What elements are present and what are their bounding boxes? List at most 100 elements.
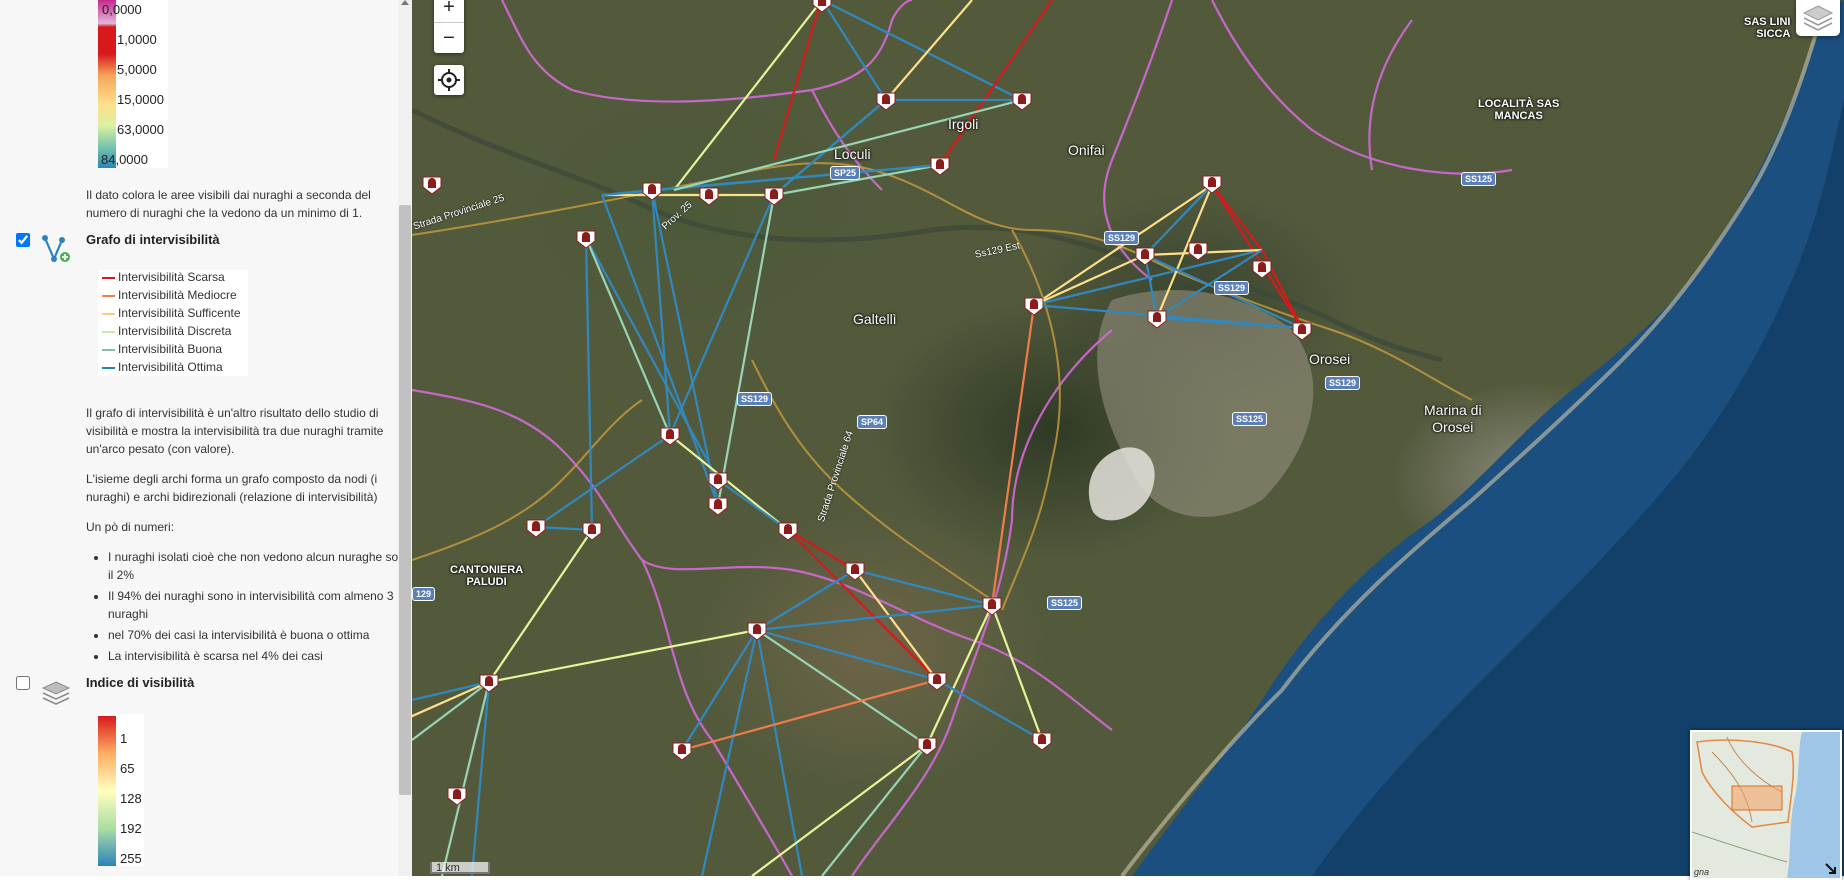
graph-layer-title[interactable]: Grafo di intervisibilità xyxy=(86,232,220,247)
ramp-label: 84,0000 xyxy=(101,152,148,167)
scrollbar-thumb[interactable] xyxy=(399,205,411,795)
zoom-control: + − xyxy=(434,0,464,53)
layers-icon xyxy=(41,681,71,705)
zoom-in-button[interactable]: + xyxy=(434,0,464,23)
graph-description-1: Il grafo di intervisibilità è un'altro r… xyxy=(86,406,384,456)
legend-swatch xyxy=(102,276,115,279)
place-irgoli: Irgoli xyxy=(948,116,979,132)
scroll-up-icon[interactable] xyxy=(401,0,409,5)
road-shield: SP25 xyxy=(830,166,861,180)
legend-label: Intervisibilità Ottima xyxy=(118,360,223,374)
graph-layer-checkbox[interactable] xyxy=(16,233,30,247)
place-onifai: Onifai xyxy=(1068,142,1105,158)
place-cantoniera-paludi: CANTONIERA PALUDI xyxy=(450,564,523,588)
road-shield: SS129 xyxy=(1325,376,1361,390)
nuraghe-marker[interactable] xyxy=(526,519,546,538)
legend-swatch xyxy=(102,330,115,333)
legend-label: Intervisibilità Buona xyxy=(118,342,223,356)
visibility-index-checkbox[interactable] xyxy=(16,676,30,690)
ramp-label: 63,0000 xyxy=(117,122,164,137)
legend-swatch xyxy=(102,294,115,297)
nuraghe-marker[interactable] xyxy=(1188,242,1208,261)
legend-swatch xyxy=(102,366,115,369)
road-shield: SS129 xyxy=(737,392,773,406)
locate-button[interactable] xyxy=(434,65,464,95)
nuraghe-marker[interactable] xyxy=(930,157,950,176)
ramp-label: 65 xyxy=(120,761,135,776)
graph-legend: Intervisibilità Scarsa Intervisibilità M… xyxy=(98,270,248,376)
place-sas-mancas: LOCALITÀ SAS MANCAS xyxy=(1478,98,1559,122)
nuraghe-marker[interactable] xyxy=(660,427,680,446)
place-sas-linnas: SAS LINI SICCA xyxy=(1744,16,1790,40)
legend-item-ottima: Intervisibilità Ottima xyxy=(102,360,223,378)
layers-icon xyxy=(1802,5,1834,31)
nuraghe-marker[interactable] xyxy=(747,622,767,641)
numbers-list: I nuraghi isolati cioè che non vedono al… xyxy=(90,548,412,668)
list-item: I nuraghi isolati cioè che non vedono al… xyxy=(108,548,412,584)
graph-description-2: L'isieme degli archi forma un grafo comp… xyxy=(86,472,378,504)
ramp-label: 1 xyxy=(120,731,128,746)
place-sas-linnas-line-1: SAS LINI xyxy=(1744,16,1791,28)
legend-label: Intervisibilità Scarsa xyxy=(118,270,225,284)
visible-areas-description: Il dato colora le aree visibili dai nura… xyxy=(86,188,371,220)
overview-minimap[interactable]: gna xyxy=(1690,730,1842,880)
road-shield: 129 xyxy=(412,587,436,601)
road-shield: SS129 xyxy=(1104,231,1140,245)
legend-swatch xyxy=(102,312,115,315)
place-sas-mancas-line-1: LOCALITÀ SAS xyxy=(1478,98,1560,110)
road-shield: SS129 xyxy=(1214,281,1250,295)
nuraghe-marker[interactable] xyxy=(927,672,947,691)
minimap-toggle-icon[interactable] xyxy=(1824,862,1838,876)
nuraghe-marker[interactable] xyxy=(982,597,1002,616)
nuraghe-marker[interactable] xyxy=(699,187,719,206)
road-shield: SS125 xyxy=(1047,596,1083,610)
nuraghe-marker[interactable] xyxy=(1012,92,1032,111)
place-marina-di-orosei: Marina di Orosei xyxy=(1424,402,1482,436)
ramp-label: 15,0000 xyxy=(117,92,164,107)
legend-item-sufficente: Intervisibilità Sufficente xyxy=(102,306,241,324)
nuraghe-marker[interactable] xyxy=(672,742,692,761)
river xyxy=(412,107,1443,363)
place-cantoniera-line-1: CANTONIERA xyxy=(450,564,524,576)
legend-swatch xyxy=(102,348,115,351)
legend-item-discreta: Intervisibilità Discreta xyxy=(102,324,231,342)
nuraghe-marker[interactable] xyxy=(479,674,499,693)
legend-label: Intervisibilità Discreta xyxy=(118,324,232,338)
road-shield: SS125 xyxy=(1232,412,1268,426)
layer-switcher-button[interactable] xyxy=(1796,0,1840,36)
nuraghe-marker[interactable] xyxy=(576,230,596,249)
legend-item-scarsa: Intervisibilità Scarsa xyxy=(102,270,225,288)
nuraghe-marker[interactable] xyxy=(764,187,784,206)
quarry-area xyxy=(1088,447,1155,521)
nuraghe-marker[interactable] xyxy=(422,176,442,195)
graph-icon xyxy=(42,235,70,262)
crosshair-icon xyxy=(438,69,460,91)
visibility-index-title[interactable]: Indice di visibilità xyxy=(86,675,194,690)
road-shield: SS125 xyxy=(1461,172,1497,186)
road-shield: SP64 xyxy=(857,415,888,429)
ramp-label: 0,0000 xyxy=(102,2,142,17)
nuraghe-marker[interactable] xyxy=(447,787,467,806)
nuraghe-marker[interactable] xyxy=(642,182,662,201)
ramp-label: 192 xyxy=(120,821,142,836)
ramp-label: 255 xyxy=(120,851,142,866)
ramp-label: 5,0000 xyxy=(117,62,157,77)
map-view[interactable]: Loculi Irgoli Onifai Galtellì Orosei Mar… xyxy=(412,0,1844,876)
legend-item-buona: Intervisibilità Buona xyxy=(102,342,222,360)
nuraghe-marker[interactable] xyxy=(876,92,896,111)
sidebar-content: 0,0000 1,0000 5,0000 15,0000 63,0000 84,… xyxy=(0,0,412,876)
map-canvas xyxy=(412,0,1844,876)
place-sas-mancas-line-2: MANCAS xyxy=(1494,110,1543,122)
sidebar-scrollbar[interactable] xyxy=(398,0,412,876)
nuraghe-marker[interactable] xyxy=(1024,297,1044,316)
scale-bar: 1 km xyxy=(430,862,490,874)
zoom-out-button[interactable]: − xyxy=(434,23,464,53)
list-item: La intervisibilità è scarsa nel 4% dei c… xyxy=(108,647,412,665)
legend-label: Intervisibilità Mediocre xyxy=(118,288,237,302)
sidebar: 0,0000 1,0000 5,0000 15,0000 63,0000 84,… xyxy=(0,0,412,876)
nuraghe-marker[interactable] xyxy=(1032,732,1052,751)
visible-areas-ramp xyxy=(98,0,116,168)
place-marina-line-2: Orosei xyxy=(1432,419,1474,435)
nuraghe-marker[interactable] xyxy=(708,497,728,516)
list-item: nel 70% dei casi la intervisibilità è bu… xyxy=(108,626,412,644)
